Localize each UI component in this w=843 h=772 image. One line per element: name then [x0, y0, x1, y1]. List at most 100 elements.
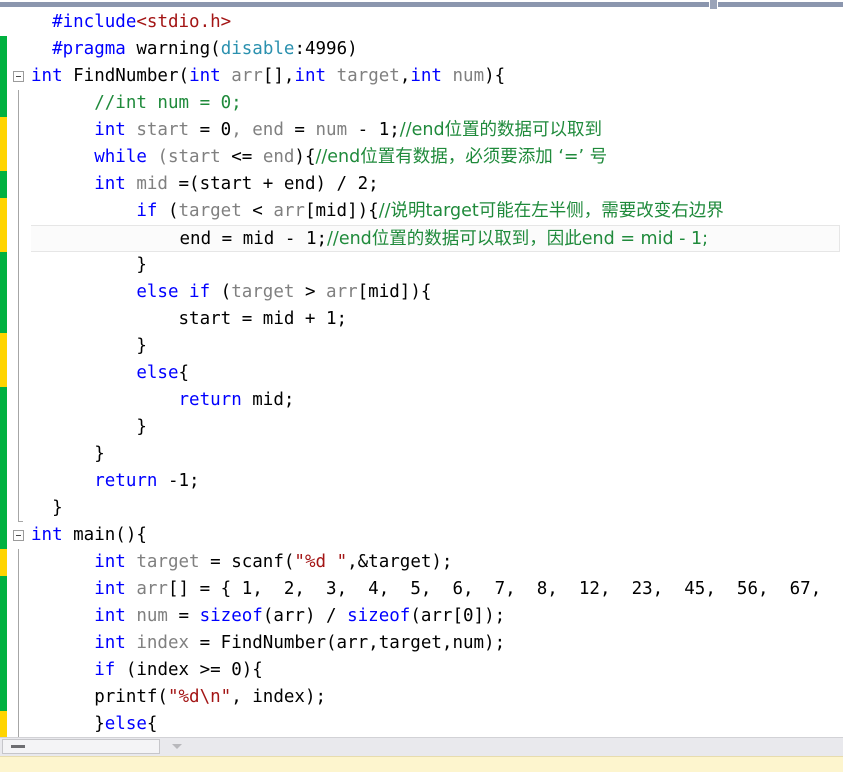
code-token: int	[94, 552, 126, 572]
code-token: = FindNumber(arr,target,num);	[189, 633, 506, 653]
code-line[interactable]: //int num = 0;	[31, 90, 843, 117]
change-indicator-saved	[0, 657, 7, 684]
split-bar-grip[interactable]	[709, 0, 718, 9]
code-line[interactable]: else if (target > arr[mid]){	[31, 279, 843, 306]
outlining-bracket-line	[18, 279, 19, 306]
code-line[interactable]: int num = sizeof(arr) / sizeof(arr[0]);	[31, 603, 843, 630]
code-token: num	[125, 606, 168, 626]
code-token: else	[136, 363, 179, 383]
code-line[interactable]: int start = 0, end = num - 1;//end位置的数据可…	[31, 117, 843, 144]
code-line[interactable]: return -1;	[31, 468, 843, 495]
code-token: [],	[262, 66, 295, 86]
code-line[interactable]: }	[31, 333, 843, 360]
code-line[interactable]: return mid;	[31, 387, 843, 414]
code-line[interactable]: start = mid + 1;	[31, 306, 843, 333]
outlining-bracket-line	[18, 171, 19, 198]
code-line-current[interactable]: end = mid - 1;//end位置的数据可以取到，因此end = mid…	[31, 225, 840, 252]
change-indicator-saved	[0, 630, 7, 657]
outlining-bracket-line	[18, 603, 19, 630]
code-line[interactable]: if (index >= 0){	[31, 657, 843, 684]
change-indicator-saved	[0, 90, 7, 117]
code-line[interactable]: int index = FindNumber(arr,target,num);	[31, 630, 843, 657]
code-token: int	[294, 66, 327, 86]
change-indicator-saved	[0, 576, 7, 603]
code-token: (	[210, 282, 232, 302]
code-token: 1, 2, 3, 4, 5, 6, 7, 8, 12, 23, 45, 56, …	[241, 579, 843, 599]
change-indicator-unsaved	[0, 225, 7, 252]
change-indicator-saved	[0, 306, 7, 333]
code-token: int	[94, 174, 126, 194]
code-token: (	[210, 39, 221, 59]
code-token: (start	[146, 147, 232, 167]
change-indicator-saved	[0, 387, 7, 414]
code-line[interactable]: int mid =(start + end) / 2;	[31, 171, 843, 198]
code-token: "%d\n"	[167, 687, 232, 707]
code-token: <stdio.h>	[136, 12, 232, 32]
code-token: int	[189, 66, 221, 86]
horizontal-split-bar[interactable]	[0, 0, 843, 9]
code-token: //end位置的数据可以取到，因此end = mid - 1;	[327, 229, 709, 249]
horizontal-scrollbar[interactable]	[0, 737, 843, 756]
code-line[interactable]: }	[31, 414, 843, 441]
code-line[interactable]: }	[31, 441, 843, 468]
outlining-bracket-line	[18, 630, 19, 657]
outlining-bracket-line	[18, 306, 19, 333]
code-token: (	[157, 201, 179, 221]
code-line[interactable]: int arr[] = { 1, 2, 3, 4, 5, 6, 7, 8, 12…	[31, 576, 843, 603]
code-token: (index	[115, 660, 200, 680]
outlining-bracket-line	[18, 468, 19, 495]
code-line[interactable]: }	[31, 495, 843, 522]
code-token: 2;	[357, 174, 379, 194]
code-token: int	[31, 525, 63, 545]
code-token: =(start + end) /	[167, 174, 358, 194]
code-line[interactable]: int main(){	[31, 522, 843, 549]
collapse-minus-icon[interactable]	[13, 71, 24, 82]
scroll-right-arrow-icon[interactable]	[172, 744, 182, 749]
change-indicator-saved	[0, 36, 7, 63]
outlining-bracket-line	[18, 684, 19, 711]
code-token: =	[283, 120, 316, 140]
code-token: arr	[273, 201, 305, 221]
code-line[interactable]: #pragma warning(disable:4996)	[31, 36, 843, 63]
code-line[interactable]: }else{	[31, 711, 843, 738]
horizontal-scrollbar-thumb[interactable]	[2, 739, 160, 754]
code-token: ){	[484, 66, 506, 86]
outlining-bracket-line	[18, 657, 19, 684]
change-indicator-saved	[0, 252, 7, 279]
code-token: arr	[220, 66, 263, 86]
code-line[interactable]: int target = scanf("%d ",&target);	[31, 549, 843, 576]
change-indicator-unsaved	[0, 711, 7, 738]
code-token: mid;	[241, 390, 295, 410]
code-text-area[interactable]: #include<stdio.h> #pragma warning(disabl…	[31, 9, 843, 744]
code-token: }	[31, 444, 105, 464]
change-indicator-unsaved	[0, 144, 7, 171]
code-token: start	[125, 120, 190, 140]
outlining-bracket-line	[18, 360, 19, 387]
collapse-minus-icon[interactable]	[13, 530, 24, 541]
outlining-bracket-line	[18, 252, 19, 279]
code-line[interactable]: }	[31, 252, 843, 279]
code-token: "%d "	[294, 552, 348, 572]
outlining-bracket-line	[18, 441, 19, 468]
code-line[interactable]: if (target < arr[mid]){//说明target可能在左半侧，…	[31, 198, 843, 225]
code-line[interactable]: while (start <= end){//end位置有数据，必须要添加 ‘=…	[31, 144, 843, 171]
code-token: target	[326, 66, 400, 86]
outlining-margin[interactable]	[7, 9, 31, 772]
code-token: (){	[115, 525, 147, 545]
code-line[interactable]: else{	[31, 360, 843, 387]
code-token: while	[94, 147, 147, 167]
code-token: , end	[231, 120, 284, 140]
code-line[interactable]: printf("%d\n", index);	[31, 684, 843, 711]
code-token: printf(	[31, 687, 168, 707]
code-token: 1;	[326, 309, 348, 329]
code-token: =	[167, 606, 200, 626]
change-indicator-saved	[0, 414, 7, 441]
code-token: [mid]){	[357, 282, 432, 302]
code-line[interactable]: #include<stdio.h>	[31, 9, 843, 36]
code-line[interactable]: int FindNumber(int arr[],int target,int …	[31, 63, 843, 90]
code-token: end	[262, 147, 295, 167]
